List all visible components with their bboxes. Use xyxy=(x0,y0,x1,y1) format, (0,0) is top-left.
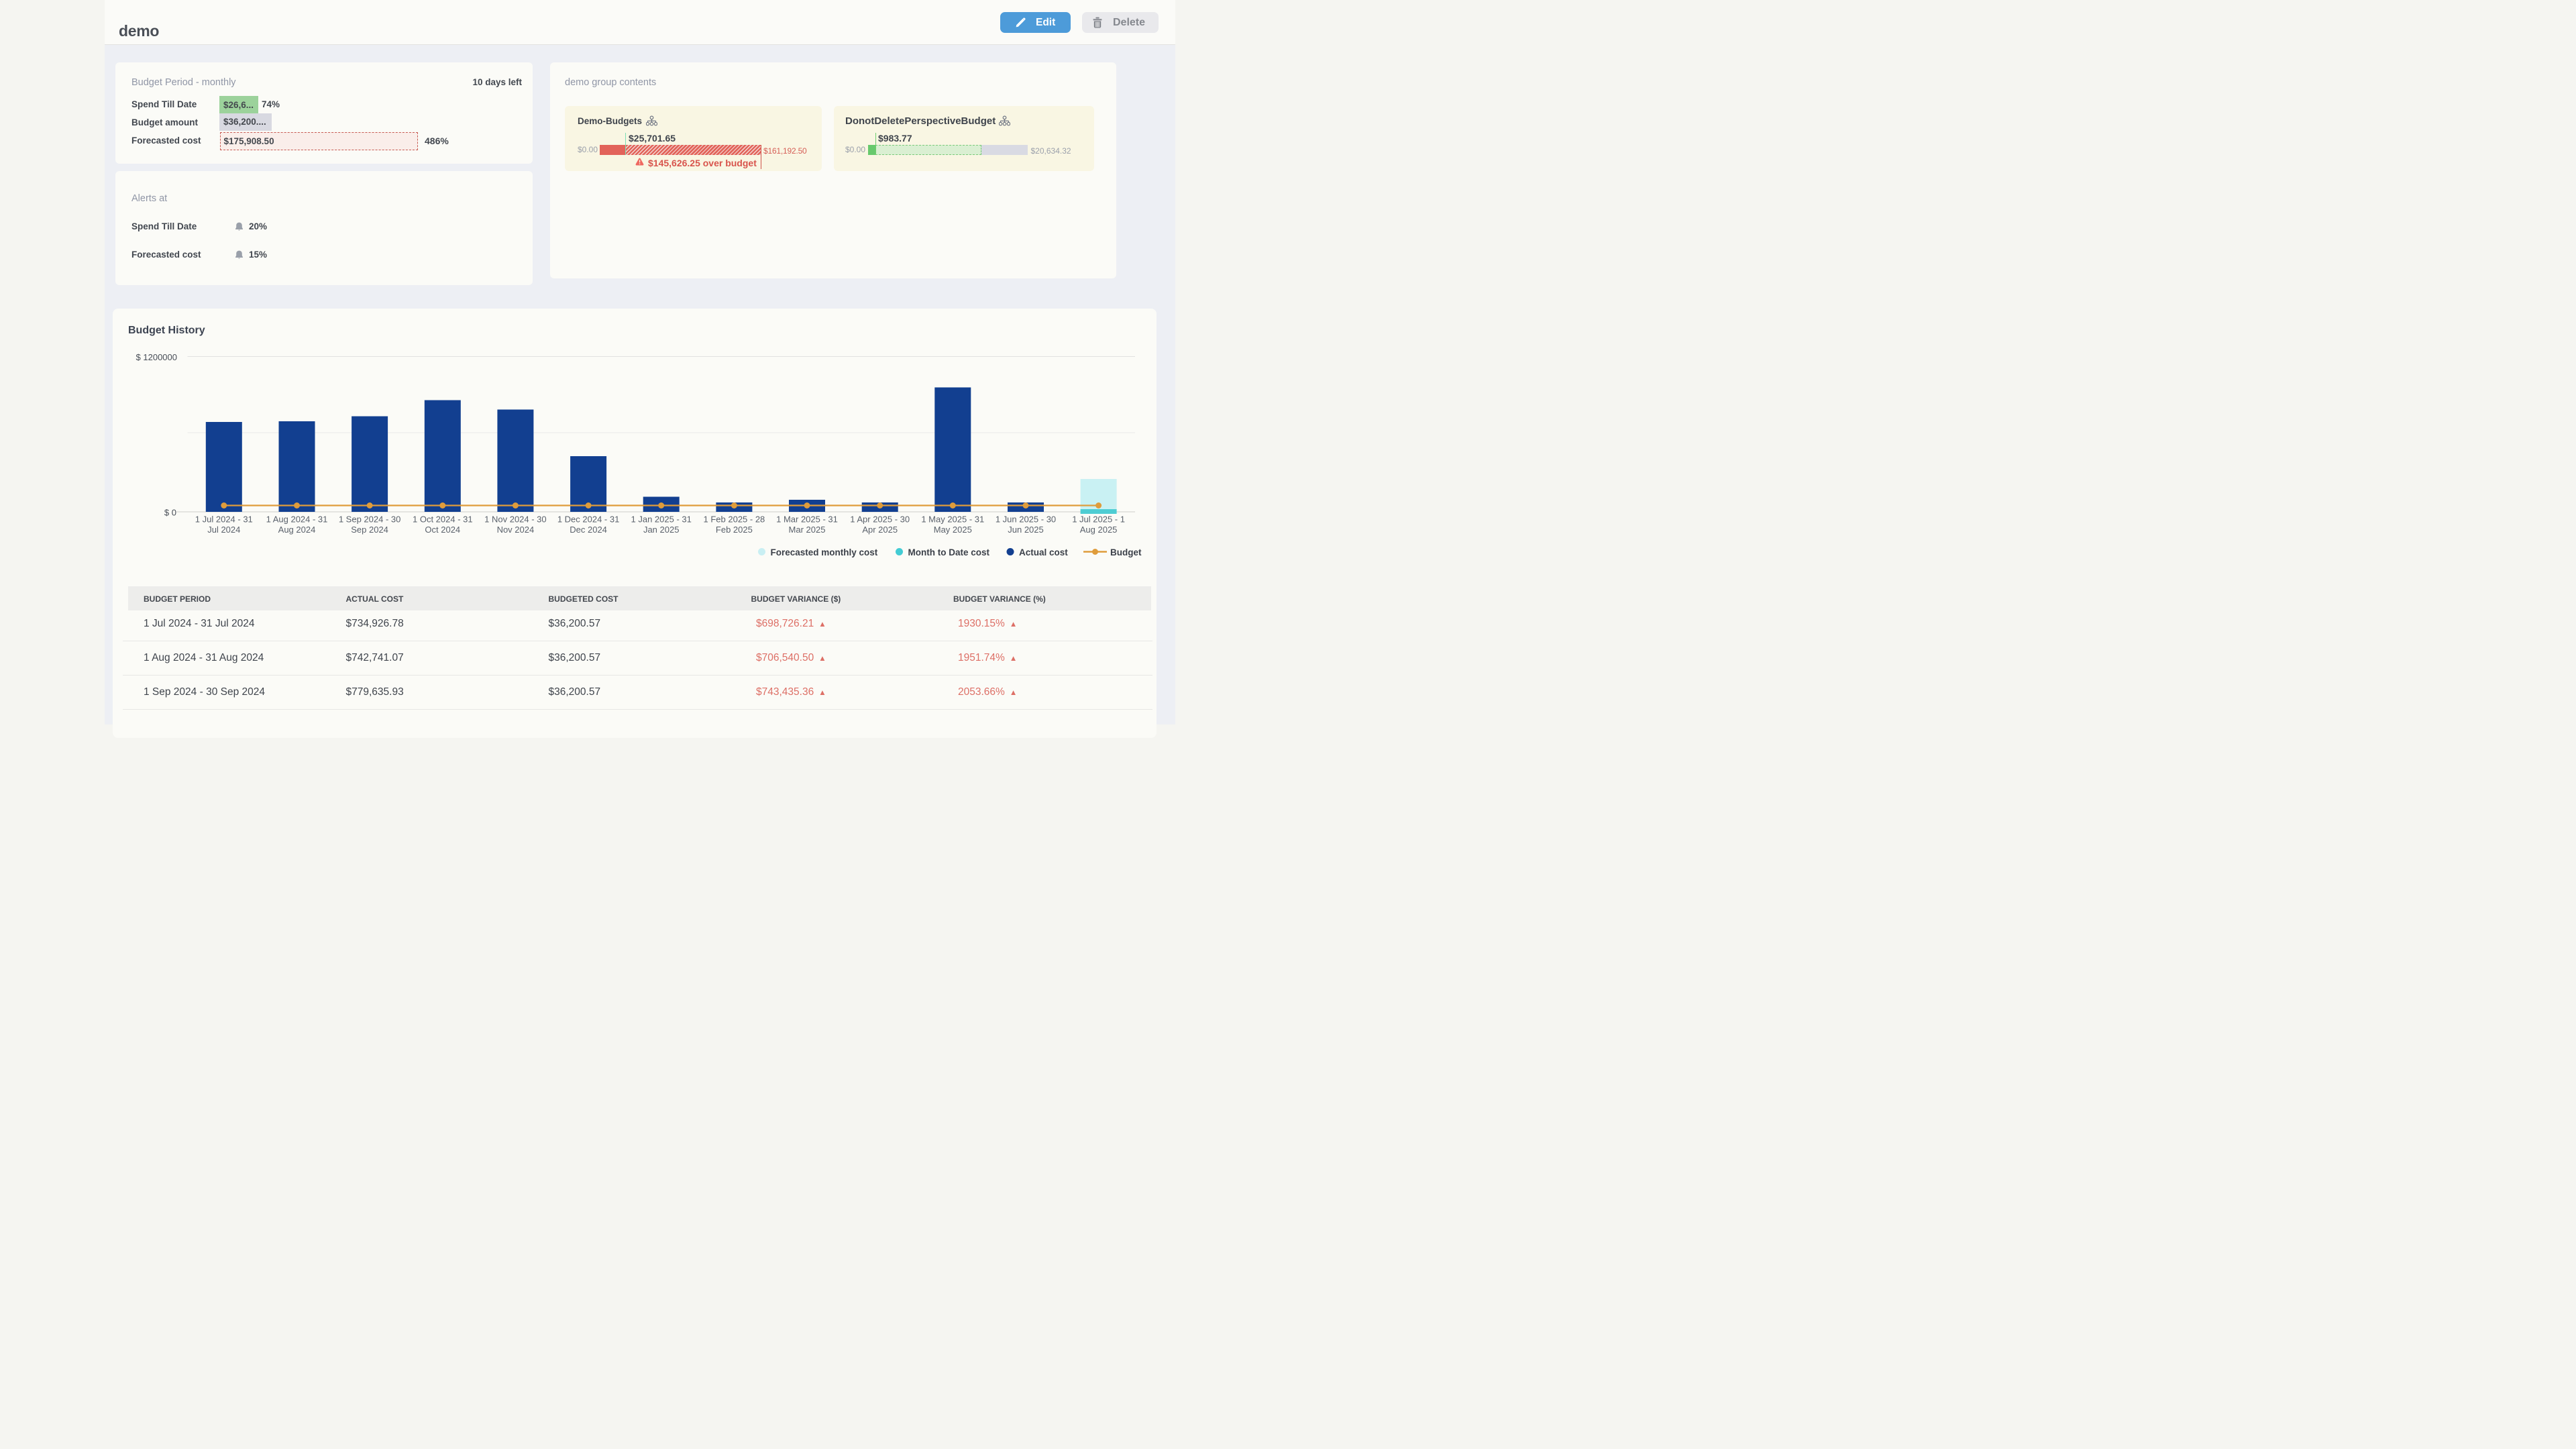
svg-text:1 Jul 2025 - 1: 1 Jul 2025 - 1 xyxy=(1072,515,1125,525)
svg-text:Apr 2025: Apr 2025 xyxy=(862,525,898,535)
svg-text:$ 0: $ 0 xyxy=(164,508,176,518)
svg-text:1 Sep 2024 - 30: 1 Sep 2024 - 30 xyxy=(339,515,401,525)
svg-text:1 Apr 2025 - 30: 1 Apr 2025 - 30 xyxy=(850,515,910,525)
svg-text:Oct 2024: Oct 2024 xyxy=(425,525,460,535)
svg-text:$ 1200000: $ 1200000 xyxy=(136,352,177,362)
svg-text:1 Jul 2024 - 31: 1 Jul 2024 - 31 xyxy=(195,515,253,525)
svg-text:1 Dec 2024 - 31: 1 Dec 2024 - 31 xyxy=(557,515,620,525)
svg-text:Sep 2024: Sep 2024 xyxy=(351,525,388,535)
svg-text:1 May 2025 - 31: 1 May 2025 - 31 xyxy=(921,515,984,525)
svg-text:Forecasted monthly cost: Forecasted monthly cost xyxy=(771,547,878,557)
svg-text:Aug 2024: Aug 2024 xyxy=(278,525,316,535)
svg-text:Nov 2024: Nov 2024 xyxy=(497,525,535,535)
svg-text:1 Mar 2025 - 31: 1 Mar 2025 - 31 xyxy=(776,515,838,525)
svg-text:1 Oct 2024 - 31: 1 Oct 2024 - 31 xyxy=(413,515,473,525)
svg-text:Dec 2024: Dec 2024 xyxy=(570,525,607,535)
svg-text:Feb 2025: Feb 2025 xyxy=(716,525,753,535)
svg-text:Jul 2024: Jul 2024 xyxy=(207,525,240,535)
svg-text:Actual cost: Actual cost xyxy=(1019,547,1068,557)
svg-text:1 Feb 2025 - 28: 1 Feb 2025 - 28 xyxy=(704,515,765,525)
svg-text:1 Nov 2024 - 30: 1 Nov 2024 - 30 xyxy=(484,515,547,525)
svg-text:1 Jan 2025 - 31: 1 Jan 2025 - 31 xyxy=(631,515,692,525)
svg-text:Jan 2025: Jan 2025 xyxy=(643,525,680,535)
svg-text:1 Jun 2025 - 30: 1 Jun 2025 - 30 xyxy=(996,515,1056,525)
svg-text:Aug 2025: Aug 2025 xyxy=(1080,525,1118,535)
svg-text:1 Aug 2024 - 31: 1 Aug 2024 - 31 xyxy=(266,515,328,525)
svg-text:Month to Date cost: Month to Date cost xyxy=(908,547,990,557)
svg-text:Budget: Budget xyxy=(1110,547,1142,557)
svg-text:Jun 2025: Jun 2025 xyxy=(1008,525,1044,535)
svg-text:May 2025: May 2025 xyxy=(934,525,972,535)
svg-text:Mar 2025: Mar 2025 xyxy=(789,525,826,535)
